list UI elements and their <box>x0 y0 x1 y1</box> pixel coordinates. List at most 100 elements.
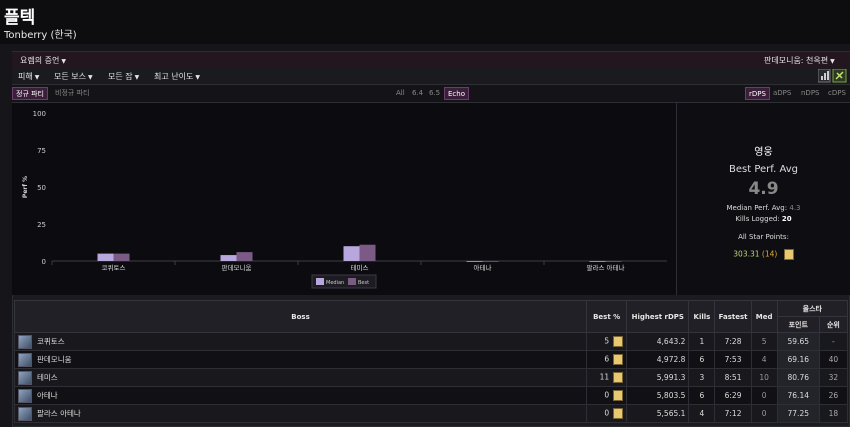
tab-irregular-party[interactable]: 비정규 파티 <box>52 87 92 100</box>
boss-portrait-icon <box>18 406 32 421</box>
boss-name[interactable]: 판데모니움 <box>37 355 72 364</box>
y-tick-label: 75 <box>37 147 46 155</box>
table-row[interactable]: 코퀴토스 5 4,643.2 1 7:28 5 59.65- <box>13 332 849 351</box>
fastest-cell: 7:53 <box>714 350 752 369</box>
table-row[interactable]: 아테나 0 5,803.5 6 6:29 0 76.14 26 <box>13 386 849 405</box>
difficulty-dropdown[interactable]: 최고 난이도 ▼ <box>154 71 200 82</box>
legend-swatch <box>348 278 356 285</box>
expansion-dropdown[interactable]: 판데모니움: 천옥편 ▼ <box>764 55 835 66</box>
tab-patch-6-4[interactable]: 6.4 <box>409 87 426 100</box>
boss-portrait-icon <box>18 388 32 403</box>
bar-best <box>359 244 376 261</box>
boss-name[interactable]: 아테나 <box>37 391 58 400</box>
kills-logged-label: Kills Logged: <box>735 215 780 223</box>
filter-bar: 피해 ▼ 모든 보스 ▼ 모든 잡 ▼ 최고 난이도 ▼ <box>12 68 850 85</box>
tab-cdps[interactable]: cDPS <box>825 87 849 100</box>
best-cell: 11 <box>586 368 628 387</box>
boss-cell[interactable]: 아테나 <box>13 386 588 405</box>
server-name: Tonberry (한국) <box>4 30 77 41</box>
col-best[interactable]: Best % <box>586 300 628 333</box>
y-tick-label: 25 <box>37 221 46 229</box>
zone-dropdown-label: 요렘의 증언 <box>20 56 60 65</box>
rdps-cell[interactable]: 4,972.8 <box>626 350 690 369</box>
points-cell: 80.76 <box>776 368 820 387</box>
med-cell: 4 <box>750 350 778 369</box>
best-perf-label: Best Perf. Avg <box>729 164 798 175</box>
kills-cell: 3 <box>688 368 716 387</box>
boss-cell[interactable]: 팔라스 아테나 <box>13 404 588 423</box>
best-perf-value: 4.9 <box>748 179 779 199</box>
chevron-down-icon: ▼ <box>87 74 93 81</box>
job-icons <box>818 69 847 83</box>
rdps-cell[interactable]: 5,991.3 <box>626 368 690 387</box>
scroll-icon[interactable] <box>613 354 624 365</box>
col-med[interactable]: Med <box>750 300 778 333</box>
boss-dropdown[interactable]: 모든 보스 ▼ <box>54 71 93 82</box>
x-tick-label: 코퀴토스 <box>102 263 126 272</box>
metric-dropdown[interactable]: 피해 ▼ <box>18 71 39 82</box>
col-points[interactable]: 포인트 <box>776 316 820 333</box>
col-fastest[interactable]: Fastest <box>714 300 752 333</box>
fastest-cell: 8:51 <box>714 368 752 387</box>
boss-cell[interactable]: 코퀴토스 <box>13 332 588 351</box>
boss-table: Boss Best % Highest rDPS Kills Fastest M… <box>13 300 849 423</box>
rdps-cell[interactable]: 5,803.5 <box>626 386 690 405</box>
y-tick-label: 50 <box>37 184 46 192</box>
best-value: 0 <box>604 408 610 418</box>
all-star-rank: (14) <box>761 249 778 259</box>
tab-patch-6-5[interactable]: 6.5 <box>426 87 443 100</box>
tab-rdps[interactable]: rDPS <box>745 87 770 100</box>
med-cell: 5 <box>750 332 778 351</box>
points-cell: 76.14 <box>776 386 820 405</box>
boss-name[interactable]: 팔라스 아테나 <box>37 409 81 418</box>
tab-regular-party[interactable]: 정규 파티 <box>12 87 48 100</box>
rdps-cell[interactable]: 5,565.1 <box>626 404 690 423</box>
table-row[interactable]: 판데모니움 6 4,972.8 6 7:53 4 69.16 40 <box>13 350 849 369</box>
job-dropdown-label: 모든 잡 <box>108 72 133 81</box>
rank-cell: 32 <box>818 368 849 387</box>
character-name: 플텍 <box>4 8 36 28</box>
legend-label: Best <box>358 280 369 286</box>
table-row[interactable]: 테미스 11 5,991.3 3 8:51 10 80.76 32 <box>13 368 849 387</box>
best-cell: 5 <box>586 332 628 351</box>
all-star-label: All Star Points: <box>738 233 789 241</box>
all-star-row: 303.31 (14) <box>677 249 850 260</box>
points-cell: 69.16 <box>776 350 820 369</box>
scroll-icon[interactable] <box>613 390 624 401</box>
perf-chart-area: 0 25 50 75 100 Perf % 코퀴토스 판데모니움 테미스 아테나 팔라스 아테나 Me… <box>12 103 677 295</box>
boss-portrait-icon <box>18 334 32 349</box>
boss-cell[interactable]: 판데모니움 <box>13 350 588 369</box>
kills-cell: 6 <box>688 350 716 369</box>
scroll-icon[interactable] <box>783 249 794 260</box>
col-highest-rdps[interactable]: Highest rDPS <box>626 300 690 333</box>
difficulty-title: 영웅 <box>754 147 773 158</box>
scroll-icon[interactable] <box>613 372 624 383</box>
job-dropdown[interactable]: 모든 잡 ▼ <box>108 71 139 82</box>
boss-name[interactable]: 코퀴토스 <box>37 337 65 346</box>
best-value: 11 <box>599 372 610 382</box>
tab-patch-all[interactable]: All <box>393 87 408 100</box>
best-value: 5 <box>604 336 610 346</box>
bar-best <box>482 261 499 262</box>
scroll-icon[interactable] <box>613 408 624 419</box>
col-rank[interactable]: 순위 <box>818 316 849 333</box>
zone-dropdown[interactable]: 요렘의 증언 ▼ <box>20 55 66 66</box>
boss-cell[interactable]: 테미스 <box>13 368 588 387</box>
tab-adps[interactable]: aDPS <box>770 87 794 100</box>
kills-cell: 1 <box>688 332 716 351</box>
best-value: 0 <box>604 390 610 400</box>
bar-median <box>466 261 483 262</box>
rdps-cell[interactable]: 4,643.2 <box>626 332 690 351</box>
rank-cell: 18 <box>818 404 849 423</box>
character-header: 플텍 Tonberry (한국) <box>0 0 850 44</box>
bar-best <box>605 261 622 262</box>
table-row[interactable]: 팔라스 아테나 0 5,565.1 4 7:12 0 77.25 18 <box>13 404 849 423</box>
tab-patch-echo[interactable]: Echo <box>444 87 469 100</box>
tab-ndps[interactable]: nDPS <box>798 87 823 100</box>
scroll-icon[interactable] <box>613 336 624 347</box>
bar-best <box>113 253 130 261</box>
col-boss[interactable]: Boss <box>13 300 588 333</box>
y-axis-label: Perf % <box>22 176 29 198</box>
boss-name[interactable]: 테미스 <box>37 373 58 382</box>
col-kills[interactable]: Kills <box>688 300 716 333</box>
